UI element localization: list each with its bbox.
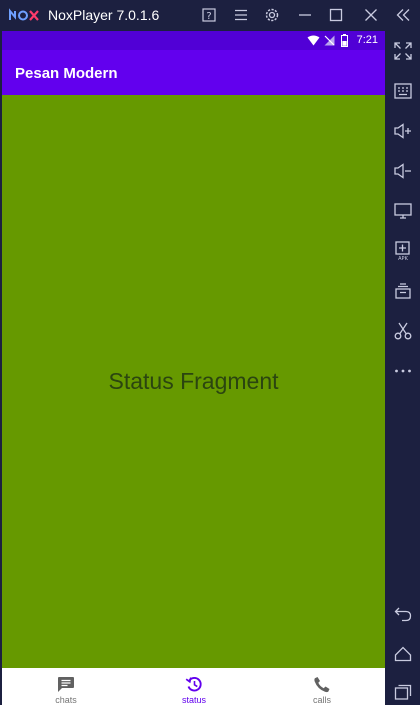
nox-logo	[9, 8, 39, 21]
nav-item-calls[interactable]: calls	[258, 668, 385, 705]
screen-button[interactable]	[393, 201, 413, 221]
volume-down-icon	[394, 163, 411, 179]
settings-button[interactable]	[262, 5, 282, 25]
back-icon	[394, 607, 412, 622]
nav-item-chats[interactable]: chats	[2, 668, 130, 705]
multi-instance-button[interactable]	[393, 281, 413, 301]
no-signal-icon	[324, 35, 335, 46]
fullscreen-button[interactable]	[393, 41, 413, 61]
battery-icon	[341, 34, 348, 47]
help-icon: ?	[202, 8, 216, 22]
nav-label-chats: chats	[55, 695, 77, 705]
menu-icon	[235, 9, 247, 21]
more-button[interactable]	[393, 361, 413, 381]
collapse-sidebar-button[interactable]	[393, 5, 413, 25]
volume-down-button[interactable]	[393, 161, 413, 181]
help-button[interactable]: ?	[199, 5, 219, 25]
screen-icon	[394, 203, 412, 219]
scissors-button[interactable]	[393, 321, 413, 341]
window-title: NoxPlayer 7.0.1.6	[48, 7, 160, 23]
app-bar: Pesan Modern	[2, 50, 385, 95]
gear-icon	[265, 8, 279, 22]
more-icon	[395, 369, 411, 373]
nav-item-status[interactable]: status	[130, 668, 258, 705]
fullscreen-icon	[394, 42, 412, 60]
volume-up-icon	[394, 123, 411, 139]
menu-button[interactable]	[231, 5, 251, 25]
fragment-label: Status Fragment	[108, 368, 279, 394]
emulator-window: NoxPlayer 7.0.1.6 ? 7:21 Pesan Modern St…	[0, 0, 420, 705]
emulator-toolbar: APK	[385, 31, 420, 705]
recents-icon	[394, 684, 412, 700]
app-title: Pesan Modern	[15, 65, 118, 82]
double-chevron-left-icon	[396, 9, 410, 21]
apk-install-icon: APK	[395, 241, 410, 261]
history-icon	[185, 676, 202, 692]
maximize-icon	[329, 8, 343, 22]
nav-label-calls: calls	[312, 695, 331, 705]
home-icon	[394, 646, 412, 662]
minimize-icon	[299, 14, 311, 16]
title-bar: NoxPlayer 7.0.1.6 ?	[0, 0, 420, 31]
minimize-button[interactable]	[295, 5, 315, 25]
svg-text:?: ?	[206, 11, 211, 22]
bottom-navigation: chats status calls	[2, 668, 385, 705]
wifi-icon	[307, 35, 320, 46]
volume-up-button[interactable]	[393, 121, 413, 141]
status-time: 7:21	[356, 34, 378, 46]
android-screen: 7:21 Pesan Modern Status Fragment chats …	[2, 31, 385, 705]
android-status-bar: 7:21	[2, 31, 385, 50]
maximize-button[interactable]	[326, 5, 346, 25]
chat-icon	[58, 677, 74, 692]
apk-install-button[interactable]: APK	[393, 241, 413, 261]
android-back-button[interactable]	[393, 604, 413, 624]
close-icon	[365, 9, 377, 21]
keyboard-icon	[394, 83, 412, 99]
multi-instance-icon	[395, 283, 411, 299]
scissors-icon	[394, 322, 412, 340]
svg-text:APK: APK	[398, 256, 408, 261]
keyboard-button[interactable]	[393, 81, 413, 101]
phone-icon	[314, 677, 330, 693]
android-home-button[interactable]	[393, 644, 413, 664]
nav-label-status: status	[181, 695, 206, 705]
close-button[interactable]	[361, 5, 381, 25]
android-recents-button[interactable]	[393, 682, 413, 702]
